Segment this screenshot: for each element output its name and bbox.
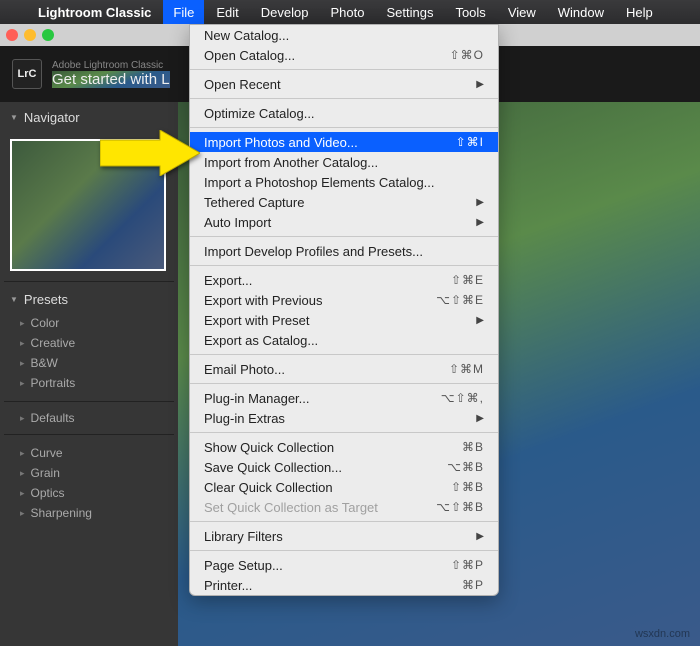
annotation-arrow-icon (100, 130, 200, 176)
zoom-button[interactable] (42, 29, 54, 41)
presets-panel[interactable]: Presets (0, 288, 178, 311)
menu-import-another-catalog[interactable]: Import from Another Catalog... (190, 152, 498, 172)
menu-export-previous[interactable]: Export with Previous⌥⇧⌘E (190, 290, 498, 310)
preset-creative[interactable]: Creative (0, 333, 178, 353)
macos-menubar: Lightroom Classic File Edit Develop Phot… (0, 0, 700, 24)
menu-help[interactable]: Help (616, 0, 663, 24)
menu-export-preset[interactable]: Export with Preset▶ (190, 310, 498, 330)
menu-save-quick-collection[interactable]: Save Quick Collection...⌥⌘B (190, 457, 498, 477)
menu-import-dev-profiles[interactable]: Import Develop Profiles and Presets... (190, 241, 498, 261)
menu-photo[interactable]: Photo (320, 0, 374, 24)
preset-optics[interactable]: Optics (0, 483, 178, 503)
navigator-panel[interactable]: Navigator (0, 106, 178, 129)
menu-export[interactable]: Export...⇧⌘E (190, 270, 498, 290)
preset-curve[interactable]: Curve (0, 443, 178, 463)
menu-open-recent[interactable]: Open Recent▶ (190, 74, 498, 94)
menu-email-photo[interactable]: Email Photo...⇧⌘M (190, 359, 498, 379)
file-menu-dropdown: New Catalog... Open Catalog...⇧⌘O Open R… (189, 24, 499, 596)
menu-file[interactable]: File (163, 0, 204, 24)
menu-new-catalog[interactable]: New Catalog... (190, 25, 498, 45)
menu-page-setup[interactable]: Page Setup...⇧⌘P (190, 555, 498, 575)
menu-edit[interactable]: Edit (206, 0, 248, 24)
menu-view[interactable]: View (498, 0, 546, 24)
preset-grain[interactable]: Grain (0, 463, 178, 483)
menu-tools[interactable]: Tools (445, 0, 495, 24)
menu-show-quick-collection[interactable]: Show Quick Collection⌘B (190, 437, 498, 457)
menu-printer[interactable]: Printer...⌘P (190, 575, 498, 595)
menu-clear-quick-collection[interactable]: Clear Quick Collection⇧⌘B (190, 477, 498, 497)
minimize-button[interactable] (24, 29, 36, 41)
header-subtitle: Adobe Lightroom Classic (52, 60, 170, 71)
menu-plugin-manager[interactable]: Plug-in Manager...⌥⇧⌘, (190, 388, 498, 408)
app-name[interactable]: Lightroom Classic (28, 5, 161, 20)
header-title: Get started with L (52, 71, 170, 88)
menu-export-catalog[interactable]: Export as Catalog... (190, 330, 498, 350)
menu-library-filters[interactable]: Library Filters▶ (190, 526, 498, 546)
menu-auto-import[interactable]: Auto Import▶ (190, 212, 498, 232)
close-button[interactable] (6, 29, 18, 41)
watermark: wsxdn.com (635, 628, 690, 640)
preset-defaults[interactable]: Defaults (0, 408, 178, 428)
preset-color[interactable]: Color (0, 313, 178, 333)
menu-import-photos-video[interactable]: Import Photos and Video...⇧⌘I (190, 132, 498, 152)
menu-tethered-capture[interactable]: Tethered Capture▶ (190, 192, 498, 212)
menu-import-pse-catalog[interactable]: Import a Photoshop Elements Catalog... (190, 172, 498, 192)
left-sidebar: Navigator Presets Color Creative B&W Por… (0, 102, 178, 646)
menu-open-catalog[interactable]: Open Catalog...⇧⌘O (190, 45, 498, 65)
menu-develop[interactable]: Develop (251, 0, 319, 24)
preset-portraits[interactable]: Portraits (0, 373, 178, 393)
menu-settings[interactable]: Settings (376, 0, 443, 24)
app-logo: LrC (12, 59, 42, 89)
menu-optimize[interactable]: Optimize Catalog... (190, 103, 498, 123)
preset-sharpening[interactable]: Sharpening (0, 503, 178, 523)
menu-set-quick-collection-target: Set Quick Collection as Target⌥⇧⌘B (190, 497, 498, 517)
menu-window[interactable]: Window (548, 0, 614, 24)
preset-bw[interactable]: B&W (0, 353, 178, 373)
menu-plugin-extras[interactable]: Plug-in Extras▶ (190, 408, 498, 428)
